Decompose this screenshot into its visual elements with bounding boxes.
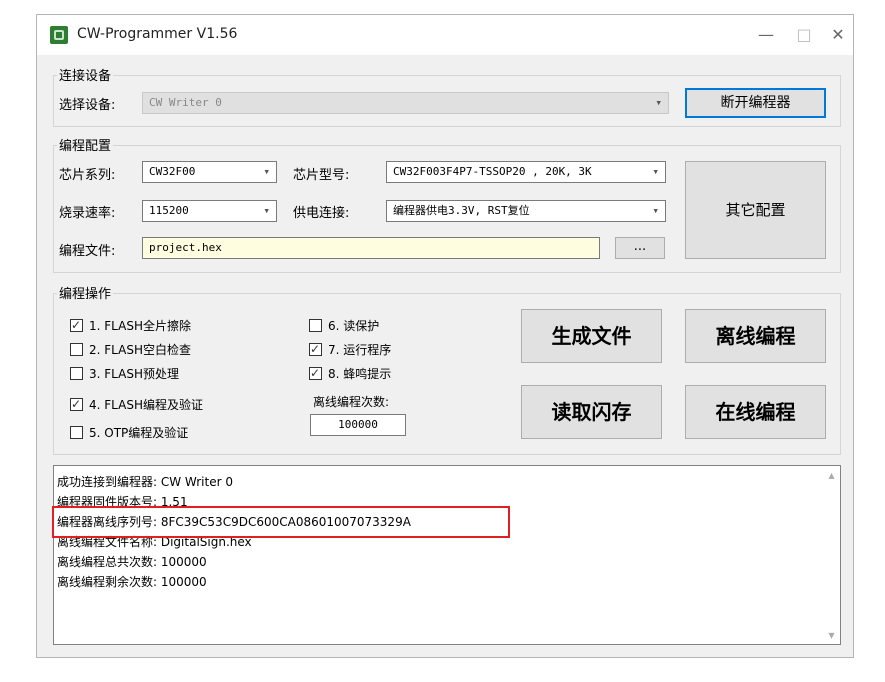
chevron-down-icon: ▾: [263, 165, 270, 178]
log-line: 成功连接到编程器: CW Writer 0: [57, 475, 233, 489]
check-run-program[interactable]: 7. 运行程序: [309, 340, 392, 359]
checkbox-checked-icon: [70, 316, 83, 334]
check-label: 3. FLASH预处理: [89, 367, 179, 381]
device-select-value: CW Writer 0: [149, 96, 222, 109]
log-output[interactable]: 成功连接到编程器: CW Writer 0 编程器固件版本号: 1.51 编程器…: [53, 465, 841, 645]
offline-program-button[interactable]: 离线编程: [685, 309, 826, 363]
check-label: 6. 读保护: [328, 319, 380, 333]
check-label: 7. 运行程序: [328, 343, 392, 357]
series-select[interactable]: CW32F00 ▾: [142, 161, 277, 183]
window-title: CW-Programmer V1.56: [77, 26, 238, 42]
read-flash-button[interactable]: 读取闪存: [521, 385, 662, 439]
operations-group-label: 编程操作: [57, 283, 114, 302]
check-label: 8. 蜂鸣提示: [328, 367, 392, 381]
model-select[interactable]: CW32F003F4P7-TSSOP20 , 20K, 3K ▾: [386, 161, 666, 183]
checkbox-checked-icon: [309, 364, 322, 382]
offline-count-label: 离线编程次数:: [313, 395, 390, 409]
check-flash-program[interactable]: 4. FLASH编程及验证: [70, 395, 203, 414]
log-line: 离线编程总共次数: 100000: [57, 555, 207, 569]
online-program-button[interactable]: 在线编程: [685, 385, 826, 439]
check-otp-program[interactable]: 5. OTP编程及验证: [70, 424, 188, 442]
checkbox-icon: [309, 319, 322, 332]
device-label: 选择设备:: [59, 98, 116, 113]
check-flash-preprocess[interactable]: 3. FLASH预处理: [70, 365, 179, 383]
series-label: 芯片系列:: [59, 168, 116, 183]
rate-label: 烧录速率:: [59, 206, 116, 221]
file-input[interactable]: project.hex: [142, 237, 600, 259]
device-select[interactable]: CW Writer 0 ▾: [142, 92, 669, 114]
highlight-box: [52, 506, 510, 538]
file-label: 编程文件:: [59, 244, 116, 259]
check-flash-erase[interactable]: 1. FLASH全片擦除: [70, 316, 191, 335]
scroll-up-icon[interactable]: ▴: [823, 468, 840, 482]
check-label: 2. FLASH空白检查: [89, 343, 191, 357]
chevron-down-icon: ▾: [655, 96, 662, 109]
chevron-down-icon: ▾: [652, 204, 659, 217]
check-flash-blank[interactable]: 2. FLASH空白检查: [70, 341, 191, 359]
checkbox-icon: [70, 343, 83, 356]
check-label: 4. FLASH编程及验证: [89, 398, 203, 412]
model-label: 芯片型号:: [293, 168, 350, 183]
power-select-value: 编程器供电3.3V, RST复位: [393, 204, 530, 217]
log-line: 离线编程剩余次数: 100000: [57, 575, 207, 589]
other-config-button[interactable]: 其它配置: [685, 161, 826, 259]
power-label: 供电连接:: [293, 206, 350, 221]
series-select-value: CW32F00: [149, 165, 196, 178]
check-read-protect[interactable]: 6. 读保护: [309, 317, 379, 335]
rate-select[interactable]: 115200 ▾: [142, 200, 277, 222]
checkbox-checked-icon: [309, 340, 322, 358]
title-bar: CW-Programmer V1.56 — □ ✕: [37, 15, 853, 55]
browse-button[interactable]: ...: [615, 237, 665, 259]
check-beep[interactable]: 8. 蜂鸣提示: [309, 364, 392, 383]
app-logo-icon: [50, 26, 68, 44]
generate-file-button[interactable]: 生成文件: [521, 309, 662, 363]
power-select[interactable]: 编程器供电3.3V, RST复位 ▾: [386, 200, 666, 222]
chevron-down-icon: ▾: [652, 165, 659, 178]
chevron-down-icon: ▾: [263, 204, 270, 217]
check-label: 1. FLASH全片擦除: [89, 319, 191, 333]
checkbox-icon: [70, 367, 83, 380]
checkbox-icon: [70, 426, 83, 439]
config-group-label: 编程配置: [57, 135, 114, 154]
maximize-button[interactable]: □: [787, 21, 821, 49]
log-scrollbar[interactable]: ▴ ▾: [823, 466, 840, 644]
minimize-button[interactable]: —: [749, 21, 783, 49]
checkbox-checked-icon: [70, 395, 83, 413]
main-window: CW-Programmer V1.56 — □ ✕ 连接设备 选择设备: CW …: [36, 14, 854, 658]
rate-select-value: 115200: [149, 204, 189, 217]
connect-group-label: 连接设备: [57, 65, 114, 84]
offline-count-input[interactable]: 100000: [310, 414, 406, 436]
scroll-down-icon[interactable]: ▾: [823, 628, 840, 642]
disconnect-button[interactable]: 断开编程器: [685, 88, 826, 118]
close-button[interactable]: ✕: [821, 21, 855, 49]
model-select-value: CW32F003F4P7-TSSOP20 , 20K, 3K: [393, 165, 592, 178]
check-label: 5. OTP编程及验证: [89, 426, 189, 440]
